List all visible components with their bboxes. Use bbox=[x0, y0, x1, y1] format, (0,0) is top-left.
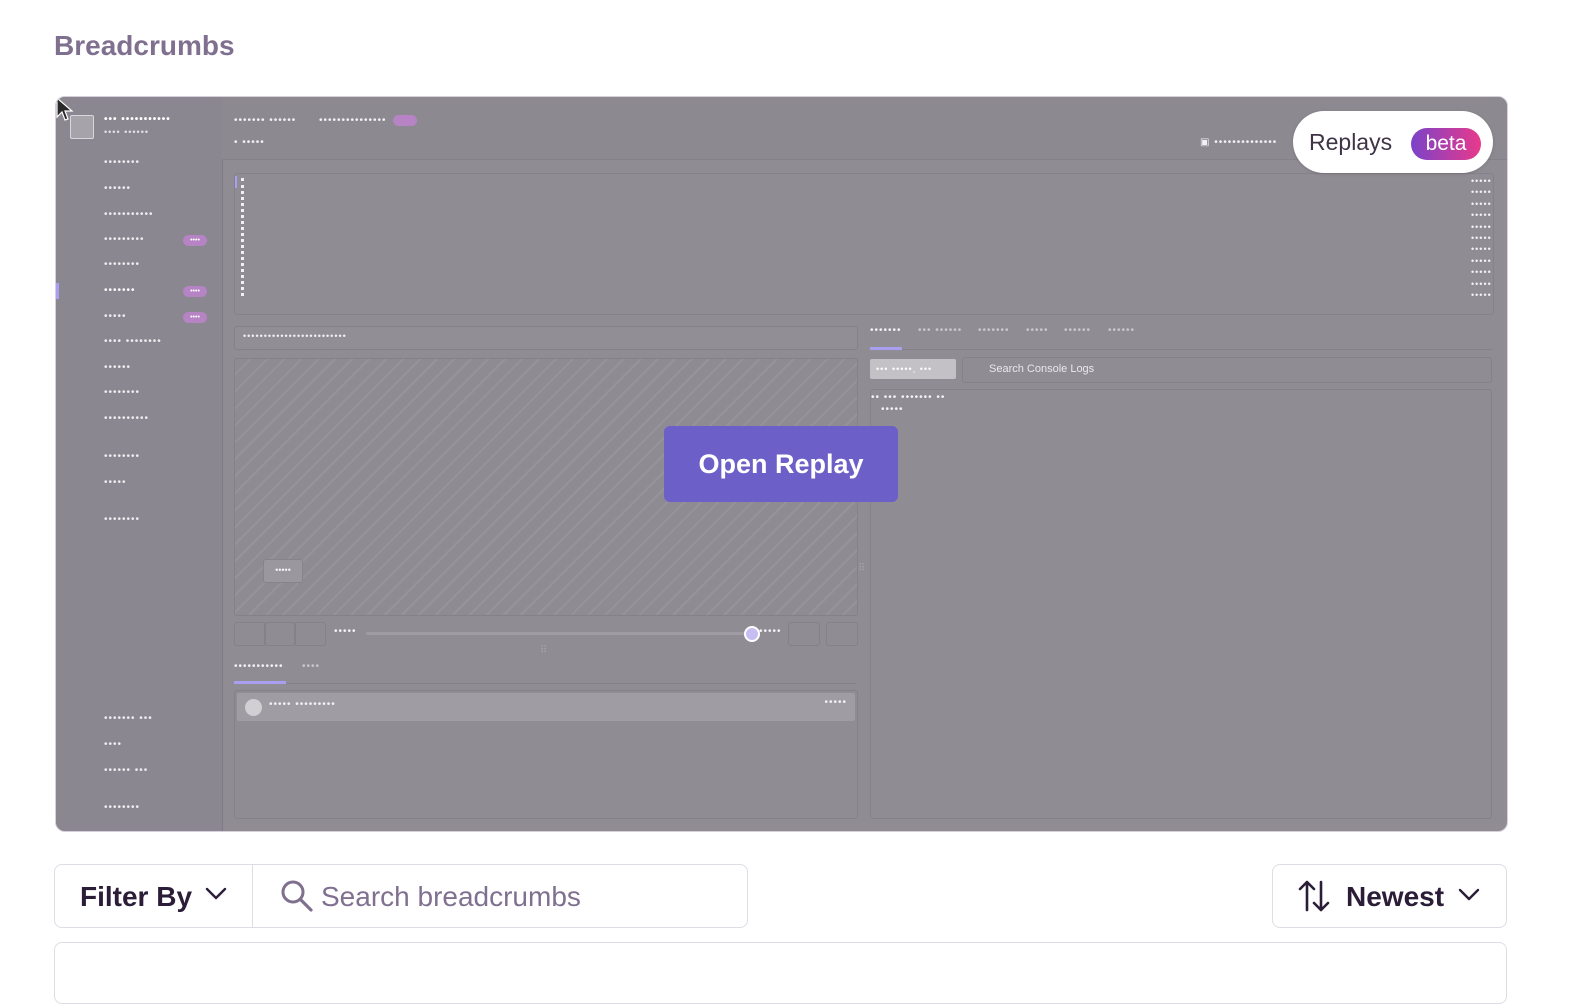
mouse-cursor-icon bbox=[56, 97, 74, 121]
preview-control-button bbox=[264, 622, 296, 646]
preview-nav-badge: •••• bbox=[183, 312, 207, 323]
preview-current-time: ••••• bbox=[334, 626, 357, 637]
preview-crumb-text: ••••• ••••••••• bbox=[269, 699, 336, 710]
timeline-ticks: ••••• ••••• ••••• ••••• ••••• ••••• ••••• •••••… bbox=[1471, 176, 1492, 301]
preview-console-tab: •••••• bbox=[1064, 325, 1092, 336]
preview-console-tab-underline bbox=[870, 347, 902, 350]
preview-console-tab: ••••• bbox=[1026, 325, 1049, 336]
preview-replay-id: ••••••••••••••• bbox=[319, 115, 417, 126]
open-replay-button[interactable]: Open Replay bbox=[664, 426, 898, 502]
filter-by-label: Filter By bbox=[80, 881, 193, 912]
preview-control-button bbox=[234, 622, 266, 646]
preview-nav-item: ••••• bbox=[104, 311, 127, 322]
preview-console-line: ••••• bbox=[881, 404, 904, 415]
replays-label: Replays bbox=[1309, 129, 1393, 155]
timeline-marker bbox=[235, 176, 237, 188]
panel-resize-icon: ⠿ bbox=[858, 563, 867, 574]
preview-header-meta: ▣ •••••••••••••• bbox=[1200, 137, 1278, 148]
preview-nav-item: •••••••• bbox=[104, 802, 141, 813]
preview-nav-item: •••••••• bbox=[104, 451, 141, 462]
preview-console-tab: ••• •••••• bbox=[918, 325, 963, 336]
timeline-dots bbox=[241, 178, 247, 296]
sort-label: Newest bbox=[1346, 881, 1445, 912]
preview-nav-item: ••••• bbox=[104, 477, 127, 488]
preview-nav-item: •••• •••••••• bbox=[104, 336, 162, 347]
preview-console-line: •• ••• ••••••• •• bbox=[871, 392, 946, 403]
preview-nav-item: •••••••• bbox=[104, 387, 141, 398]
preview-scrubber-knob bbox=[744, 626, 760, 642]
preview-breadcrumb: ••••••• •••••• bbox=[234, 115, 297, 126]
preview-nav-item: •••••• bbox=[104, 362, 132, 373]
preview-nav-item: •••••••• bbox=[104, 259, 141, 270]
chevron-down-icon bbox=[205, 887, 227, 900]
preview-org-name: ••• ••••••••••• bbox=[104, 114, 171, 125]
search-icon bbox=[281, 880, 313, 912]
filter-by-button[interactable]: Filter By bbox=[55, 865, 253, 927]
preview-tab: •••• bbox=[302, 661, 321, 672]
preview-control-button bbox=[788, 622, 820, 646]
breadcrumb-filter-group: Filter By bbox=[54, 864, 748, 928]
beta-badge: beta bbox=[1411, 128, 1481, 160]
preview-header-sub: • ••••• bbox=[234, 137, 265, 148]
preview-nav-badge: •••• bbox=[183, 286, 207, 297]
preview-nav-item: •••••••••• bbox=[104, 413, 150, 424]
preview-nav-item: ••••••••• bbox=[104, 234, 145, 245]
preview-nav-item: •••••••• bbox=[104, 514, 141, 525]
preview-avatar bbox=[245, 699, 262, 716]
preview-nav-item: ••••••• ••• bbox=[104, 713, 153, 724]
preview-nav-item: •••••• ••• bbox=[104, 765, 149, 776]
preview-video-chip: ••••• bbox=[263, 559, 303, 583]
preview-breadcrumb-list: ••••• ••••••••• ••••• bbox=[234, 690, 858, 819]
resize-handle-icon: ⠿ bbox=[540, 645, 549, 656]
preview-control-button bbox=[294, 622, 326, 646]
sort-arrows-icon bbox=[1298, 880, 1330, 912]
preview-console-body: •• ••• ••••••• •• ••••• bbox=[870, 389, 1492, 819]
preview-control-button bbox=[826, 622, 858, 646]
replays-beta-pill: Replays beta bbox=[1293, 111, 1493, 173]
preview-nav-item: •••• bbox=[104, 739, 123, 750]
preview-sidebar: ••• ••••••••••• •••• •••••• •••••••• •••… bbox=[56, 97, 223, 831]
search-breadcrumbs-input[interactable] bbox=[319, 877, 733, 917]
preview-breadcrumb-row: ••••• ••••••••• ••••• bbox=[237, 693, 855, 721]
preview-nav-item: •••••• bbox=[104, 183, 132, 194]
breadcrumbs-list-panel bbox=[54, 942, 1507, 1004]
preview-timeline: ••••• ••••• ••••• ••••• ••••• ••••• ••••• •••••… bbox=[234, 173, 1494, 315]
preview-duration: ••••• bbox=[759, 626, 782, 637]
section-title: Breadcrumbs bbox=[54, 30, 235, 61]
preview-tab: ••••••••••• bbox=[234, 661, 284, 672]
preview-console-search-placeholder: Search Console Logs bbox=[989, 363, 1095, 375]
preview-tab-underline bbox=[234, 681, 286, 684]
sort-button[interactable]: Newest bbox=[1272, 864, 1507, 928]
preview-nav-item-active: ••••••• bbox=[104, 285, 136, 296]
preview-console-tab: •••••• bbox=[1108, 325, 1136, 336]
preview-level-select: ••• •••••, ••• bbox=[870, 359, 956, 379]
replay-preview[interactable]: ••• ••••••••••• •••• •••••• •••••••• •••… bbox=[55, 96, 1508, 832]
preview-nav-active-indicator bbox=[56, 283, 59, 299]
preview-crumb-time: ••••• bbox=[824, 697, 847, 708]
preview-console-search: Search Console Logs bbox=[962, 357, 1492, 383]
preview-url-bar: ••••••••••••••••••••••••• bbox=[234, 326, 858, 350]
preview-nav-item: ••••••••••• bbox=[104, 209, 154, 220]
preview-nav-item: •••••••• bbox=[104, 157, 141, 168]
preview-console-tab: ••••••• bbox=[870, 325, 902, 336]
preview-scrubber bbox=[366, 632, 751, 635]
preview-console-tab: ••••••• bbox=[978, 325, 1010, 336]
preview-tabs: ••••••••••• •••• bbox=[234, 659, 856, 684]
preview-org-sub: •••• •••••• bbox=[104, 127, 150, 137]
preview-console-panel: ••••••• ••• •••••• ••••••• ••••• •••••• … bbox=[870, 319, 1492, 819]
chevron-down-icon bbox=[1458, 888, 1480, 901]
preview-nav-badge: •••• bbox=[183, 235, 207, 246]
preview-console-tabs: ••••••• ••• •••••• ••••••• ••••• •••••• … bbox=[870, 319, 1492, 350]
